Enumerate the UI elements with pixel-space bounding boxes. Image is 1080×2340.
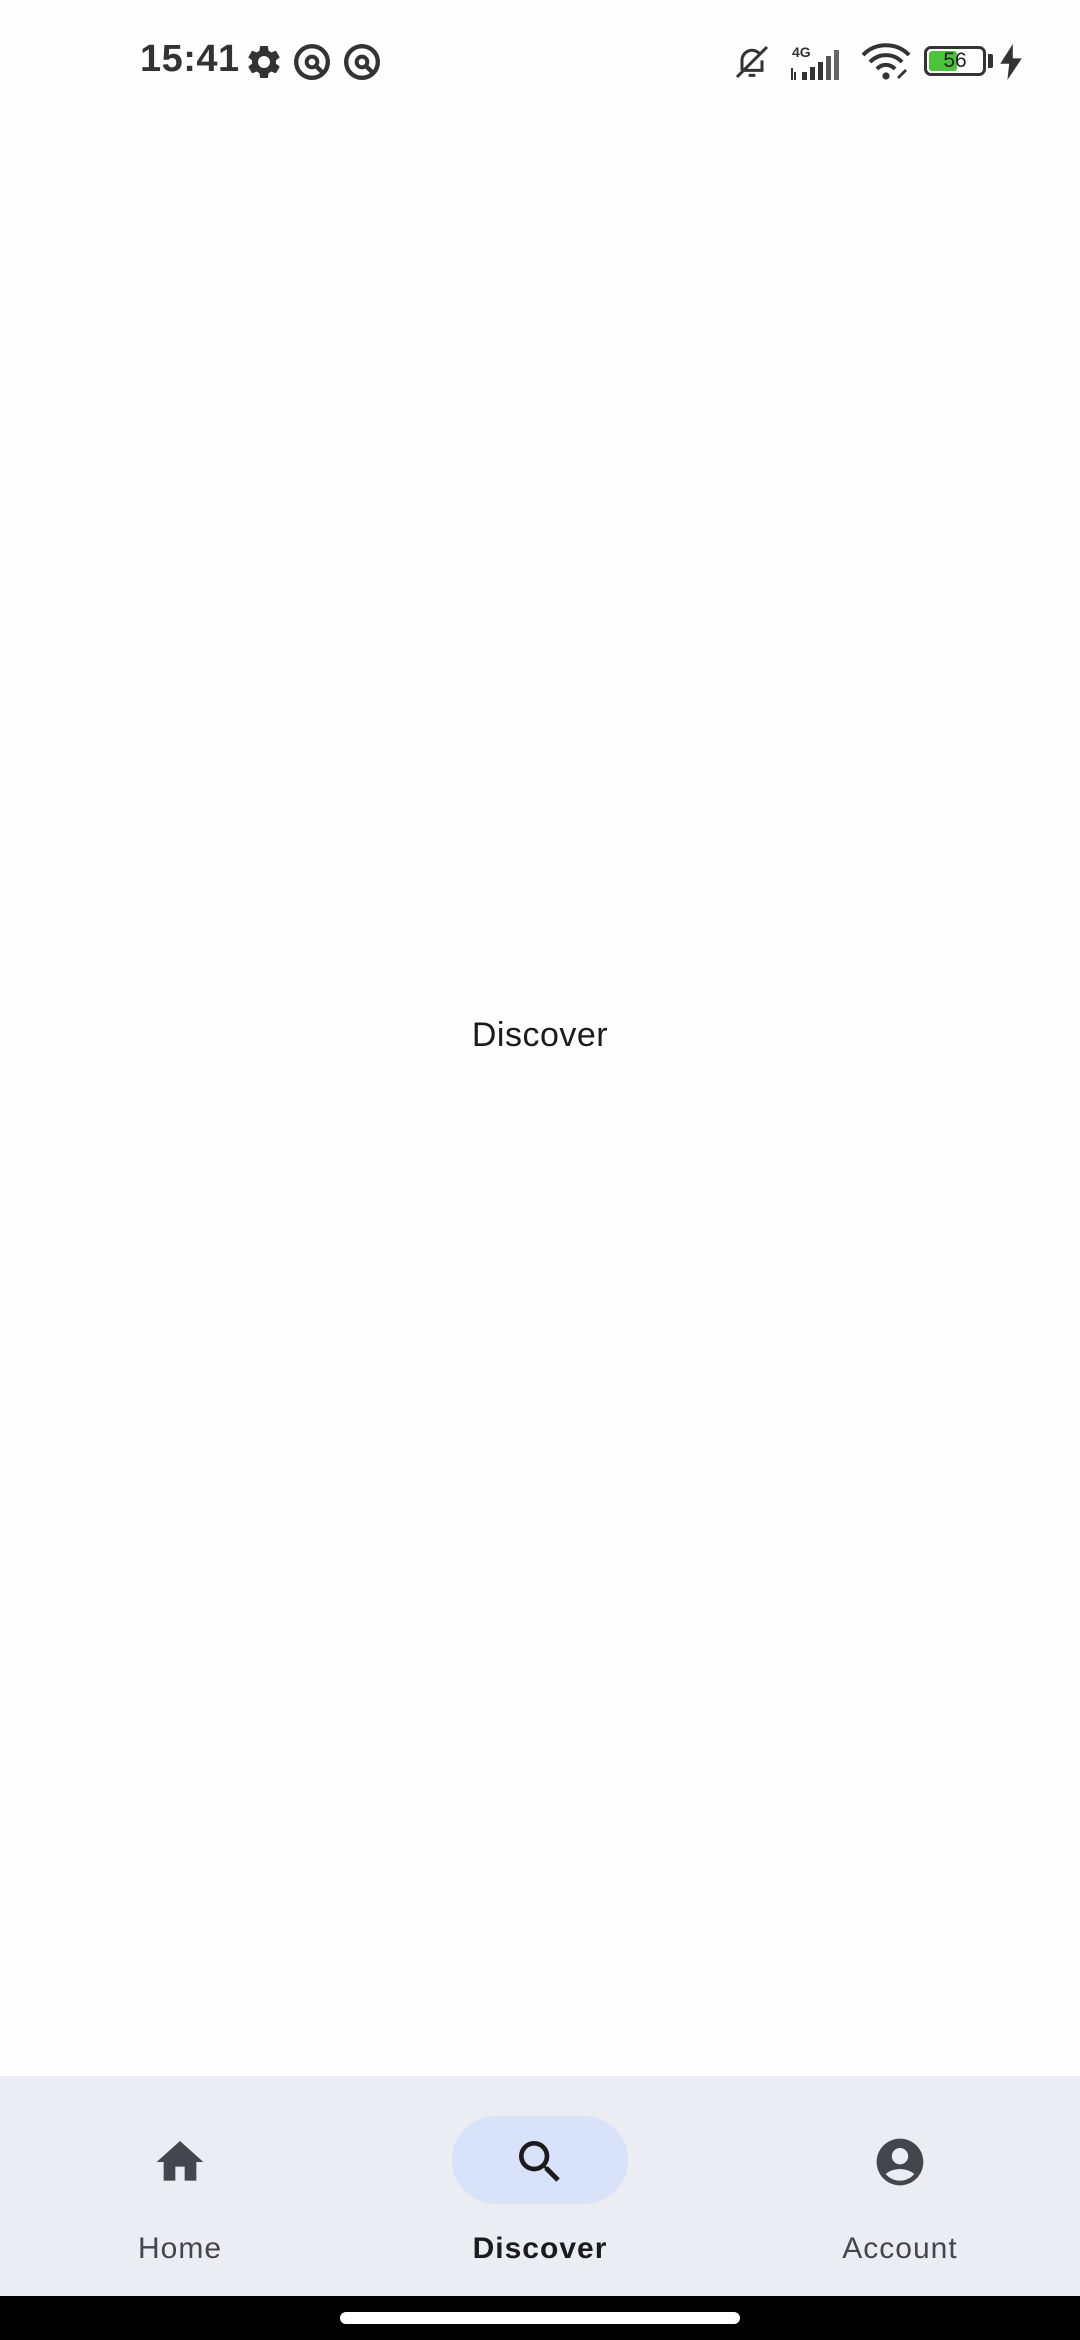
vpn-key-icon [342,42,382,82]
account-circle-icon [872,2134,928,2190]
nav-item-home[interactable]: Home [0,2076,360,2296]
home-gesture-handle[interactable] [340,2312,740,2324]
wifi-icon [860,42,912,82]
main-content: Discover [0,124,1080,2076]
page-title: Discover [471,1016,609,1054]
settings-icon [244,42,284,82]
status-time: 15:41 [140,38,240,80]
bottom-navigation: Home Discover Account [0,2076,1080,2296]
battery-icon: 56 [924,46,986,76]
gesture-bar [0,2296,1080,2340]
battery-level: 56 [943,49,967,72]
nav-item-account[interactable]: Account [720,2076,1080,2296]
status-bar: 15:41 4G 56 [0,0,1080,124]
vpn-key-icon [292,42,332,82]
bell-off-icon [732,42,772,82]
charging-icon [998,44,1024,80]
search-icon [512,2134,568,2190]
nav-label-home: Home [137,2232,223,2265]
battery-tip [988,54,993,68]
signal-icon [790,50,846,80]
screen: 15:41 4G 56 Discover Home Discover Accou… [0,0,1080,2340]
home-icon [152,2134,208,2190]
nav-label-account: Account [842,2232,958,2265]
nav-item-discover[interactable]: Discover [360,2076,720,2296]
nav-label-discover: Discover [472,2232,608,2265]
